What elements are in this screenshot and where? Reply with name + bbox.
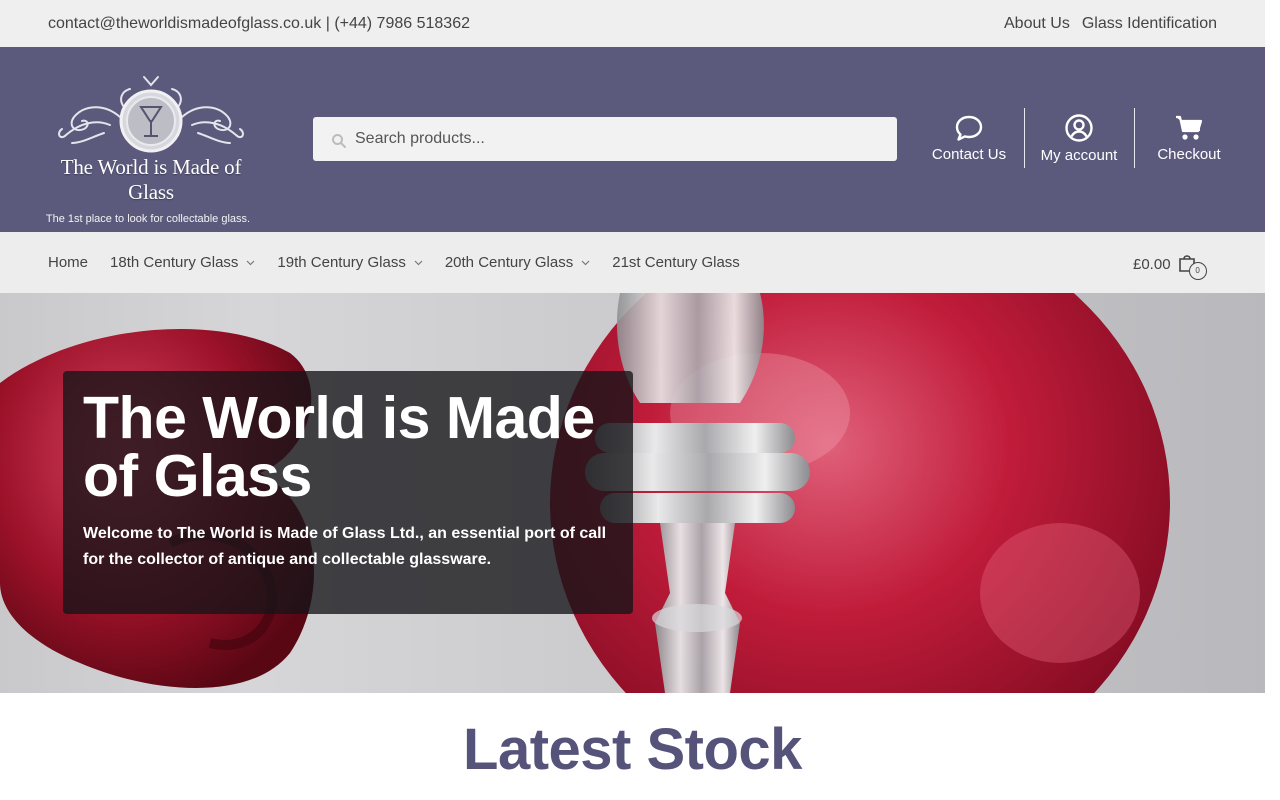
- product-search[interactable]: [313, 117, 897, 161]
- nav-item-home[interactable]: Home: [48, 254, 88, 271]
- chevron-down-icon: [246, 260, 255, 265]
- header-actions: Contact Us My account Checkout: [914, 108, 1244, 168]
- checkout-label: Checkout: [1157, 145, 1221, 163]
- search-input[interactable]: [355, 130, 875, 148]
- nav-item-20th-century-glass[interactable]: 20th Century Glass: [445, 254, 590, 271]
- cart-icon: [1176, 115, 1203, 140]
- hero-title: The World is Made of Glass: [83, 385, 595, 509]
- search-icon: [332, 133, 346, 148]
- my-account-button[interactable]: My account: [1024, 108, 1134, 168]
- nav-item-21st-century-glass[interactable]: 21st Century Glass: [612, 254, 740, 271]
- logo-title: The World is Made of Glass: [60, 155, 242, 204]
- contact-us-label: Contact Us: [931, 145, 1007, 163]
- nav-item-18th-century-glass[interactable]: 18th Century Glass: [110, 254, 255, 271]
- mini-cart[interactable]: £0.00 0: [1133, 253, 1207, 280]
- site-header: The World is Made of Glass The 1st place…: [0, 47, 1265, 232]
- chevron-down-icon: [581, 260, 590, 265]
- logo-tagline: The 1st place to look for collectable gl…: [45, 213, 251, 225]
- shopping-bag-icon: 0: [1177, 253, 1207, 280]
- nav-item-label: 18th Century Glass: [110, 254, 239, 271]
- nav-item-label: 20th Century Glass: [444, 254, 574, 271]
- nav-item-label: 19th Century Glass: [277, 254, 406, 271]
- contact-us-button[interactable]: Contact Us: [914, 108, 1024, 168]
- cart-count-badge: 0: [1188, 262, 1207, 280]
- about-us-link[interactable]: About Us: [1004, 15, 1070, 33]
- contact-info: contact@theworldismadeofglass.co.uk | (+…: [48, 14, 470, 32]
- nav-item-19th-century-glass[interactable]: 19th Century Glass: [277, 254, 423, 271]
- glass-emblem-icon: [58, 76, 244, 153]
- my-account-label: My account: [1040, 146, 1118, 164]
- nav-item-label: Home: [48, 254, 89, 271]
- glass-identification-link[interactable]: Glass Identification: [1082, 15, 1217, 33]
- latest-stock-heading: Latest Stock: [463, 717, 802, 782]
- top-links: About Us Glass Identification: [1004, 15, 1217, 33]
- checkout-button[interactable]: Checkout: [1134, 108, 1244, 168]
- site-logo[interactable]: The World is Made of Glass The 1st place…: [38, 73, 264, 225]
- chevron-down-icon: [414, 260, 423, 265]
- chat-bubble-icon: [955, 115, 983, 141]
- user-icon: [1065, 113, 1093, 142]
- top-utility-bar: contact@theworldismadeofglass.co.uk | (+…: [0, 0, 1265, 47]
- nav-item-label: 21st Century Glass: [612, 254, 740, 271]
- main-navigation: Home 18th Century Glass 19th Century Gla…: [0, 232, 1265, 293]
- cart-total: £0.00: [1133, 255, 1171, 273]
- hero-card: The World is Made of Glass Welcome to Th…: [63, 371, 633, 614]
- hero-description: Welcome to The World is Made of Glass Lt…: [83, 525, 607, 568]
- hero-banner: The World is Made of Glass Welcome to Th…: [0, 293, 1265, 693]
